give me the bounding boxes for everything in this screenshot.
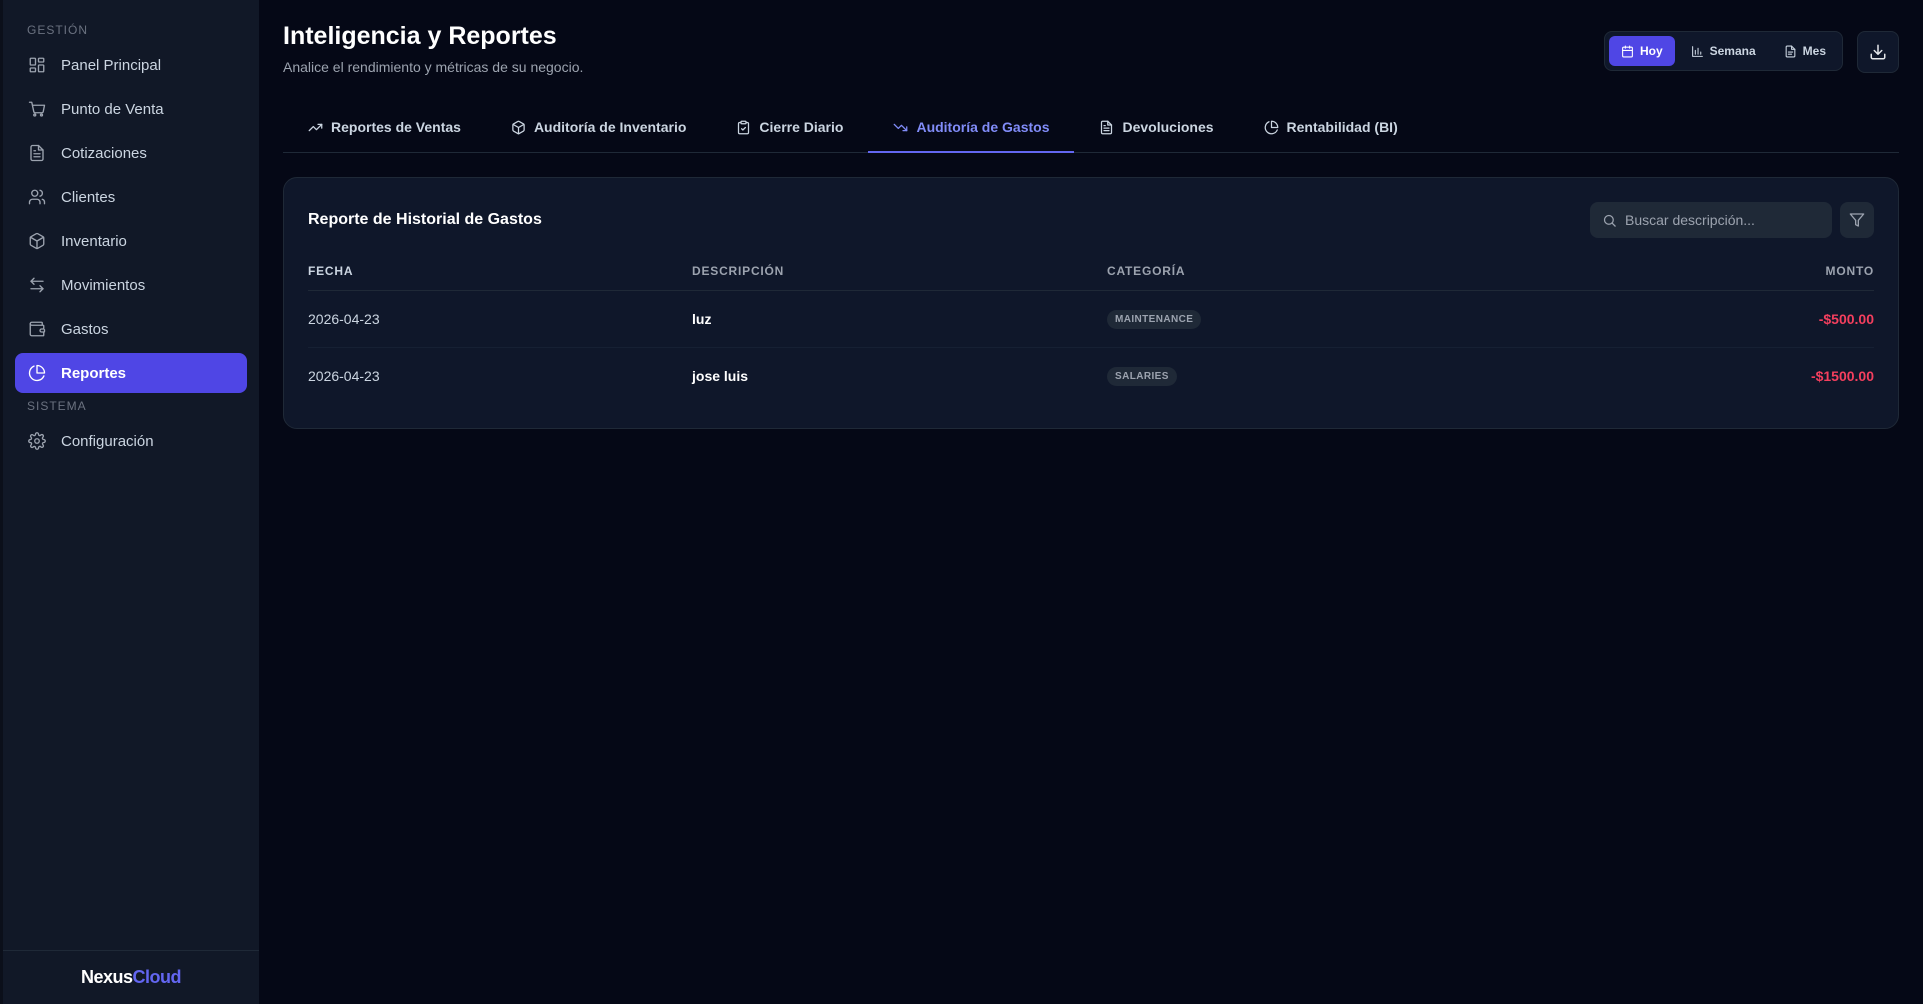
tab-inventory-audit[interactable]: Auditoría de Inventario [486,103,711,153]
brand-name-part2: Cloud [132,967,182,987]
sidebar: GESTIÓN Panel Principal Punto de Venta C… [0,0,259,1004]
header-actions: Hoy Semana Mes [1603,31,1899,73]
brand-name-part1: Nexus [80,967,133,987]
column-header-description[interactable]: DESCRIPCIÓN [692,252,1107,291]
expense-date: 2026-04-23 [308,367,380,384]
card-tools [1590,202,1874,238]
column-header-amount[interactable]: MONTO [1566,252,1874,291]
gear-icon [27,431,47,451]
range-week-button[interactable]: Semana [1679,36,1768,66]
card-header: Reporte de Historial de Gastos [308,202,1874,238]
filter-button[interactable] [1840,202,1874,238]
bar-chart-icon [1691,45,1703,57]
tab-label: Auditoría de Gastos [916,119,1050,135]
sidebar-nav: GESTIÓN Panel Principal Punto de Venta C… [3,0,259,950]
expense-description: luz [692,290,1107,348]
calendar-icon [1622,45,1633,57]
pie-chart-icon [27,363,47,383]
tab-returns[interactable]: Devoluciones [1074,103,1238,153]
search-box [1590,202,1832,238]
section-label-management: GESTIÓN [27,23,89,37]
range-today-label: Hoy [1639,44,1663,58]
pie-chart-icon [1264,120,1278,134]
expense-date: 2026-04-23 [308,290,692,348]
tab-label: Cierre Diario [759,119,844,135]
dashboard-icon [27,55,47,75]
expense-history-card: Reporte de Historial de Gastos FECHA DES [283,177,1899,429]
tab-daily-close[interactable]: Cierre Diario [711,103,868,153]
download-button[interactable] [1857,31,1899,73]
wallet-icon [27,319,47,339]
expense-amount-cell: -$500.00 [1566,290,1874,348]
tab-profitability[interactable]: Rentabilidad (BI) [1239,103,1423,153]
tab-label: Rentabilidad (BI) [1286,119,1398,135]
table-row[interactable]: 2026-04-23 luz MAINTENANCE -$500.00 [308,290,1874,348]
sidebar-item-label: Cotizaciones [61,144,147,162]
range-month-label: Mes [1802,44,1826,58]
trending-down-icon [894,123,908,131]
expense-amount: -$1500.00 [1810,367,1874,384]
sidebar-item-label: Panel Principal [61,56,162,74]
section-label-system: SISTEMA [27,399,87,413]
category-badge: MAINTENANCE [1107,309,1202,329]
expense-amount-cell: -$1500.00 [1567,347,1874,404]
download-icon [1870,44,1886,60]
box-icon [512,120,525,134]
sidebar-item-label: Punto de Venta [61,100,164,118]
sidebar-item-inventory[interactable]: Inventario [15,221,247,261]
sidebar-item-quotes[interactable]: Cotizaciones [15,133,247,173]
trending-up-icon [308,123,323,131]
arrows-icon [27,275,47,295]
report-tabs: Reportes de Ventas Auditoría de Inventar… [283,103,1899,153]
range-week-label: Semana [1709,44,1756,58]
sidebar-item-clients[interactable]: Clientes [15,177,247,217]
file-icon [1785,45,1796,57]
search-icon [1603,214,1616,227]
expense-category-cell: SALARIES [1107,347,1567,404]
table-header-row: FECHA DESCRIPCIÓN CATEGORÍA MONTO [308,252,1874,291]
sidebar-item-pos[interactable]: Punto de Venta [15,89,247,129]
card-title: Reporte de Historial de Gastos [308,211,542,228]
tab-label: Reportes de Ventas [331,119,461,135]
tab-label: Devoluciones [1122,119,1214,135]
range-today-button[interactable]: Hoy [1608,36,1675,66]
file-icon [1101,120,1113,134]
app-root: GESTIÓN Panel Principal Punto de Venta C… [0,0,1923,1004]
sidebar-item-label: Movimientos [61,276,146,294]
expense-category-cell: MAINTENANCE [1107,290,1567,348]
expense-amount: -$500.00 [1818,310,1874,327]
clipboard-check-icon [738,120,750,134]
range-month-button[interactable]: Mes [1772,36,1838,66]
column-header-date[interactable]: FECHA [308,252,692,291]
search-input[interactable] [1625,212,1815,228]
users-icon [27,187,47,207]
sidebar-item-label: Clientes [61,188,116,206]
sidebar-item-label: Configuración [61,432,154,450]
brand-logo: Nexus Cloud [3,950,259,1004]
tab-sales-reports[interactable]: Reportes de Ventas [283,103,486,153]
sidebar-item-label: Gastos [61,320,109,338]
expense-description: jose luis [692,367,749,384]
expense-table: FECHA DESCRIPCIÓN CATEGORÍA MONTO 2026-0… [308,252,1874,404]
sidebar-item-expenses[interactable]: Gastos [15,309,247,349]
document-icon [27,143,47,163]
category-badge: SALARIES [1107,366,1177,386]
tab-expense-audit[interactable]: Auditoría de Gastos [868,103,1075,153]
main-content: Inteligencia y Reportes Analice el rendi… [259,0,1923,1004]
sidebar-item-movements[interactable]: Movimientos [15,265,247,305]
sidebar-item-reports[interactable]: Reportes [15,353,247,393]
box-icon [27,231,47,251]
sidebar-item-label: Reportes [61,364,127,382]
column-header-category[interactable]: CATEGORÍA [1107,252,1567,291]
sidebar-item-panel[interactable]: Panel Principal [15,45,247,85]
sidebar-item-label: Inventario [61,232,127,250]
table-row[interactable]: 2026-04-23 jose luis SALARIES -$1500.00 [308,347,1874,404]
date-range-selector: Hoy Semana Mes [1603,31,1843,71]
cart-icon [27,99,47,119]
sidebar-item-settings[interactable]: Configuración [15,421,247,461]
filter-icon [1849,213,1865,227]
tab-label: Auditoría de Inventario [533,119,687,135]
